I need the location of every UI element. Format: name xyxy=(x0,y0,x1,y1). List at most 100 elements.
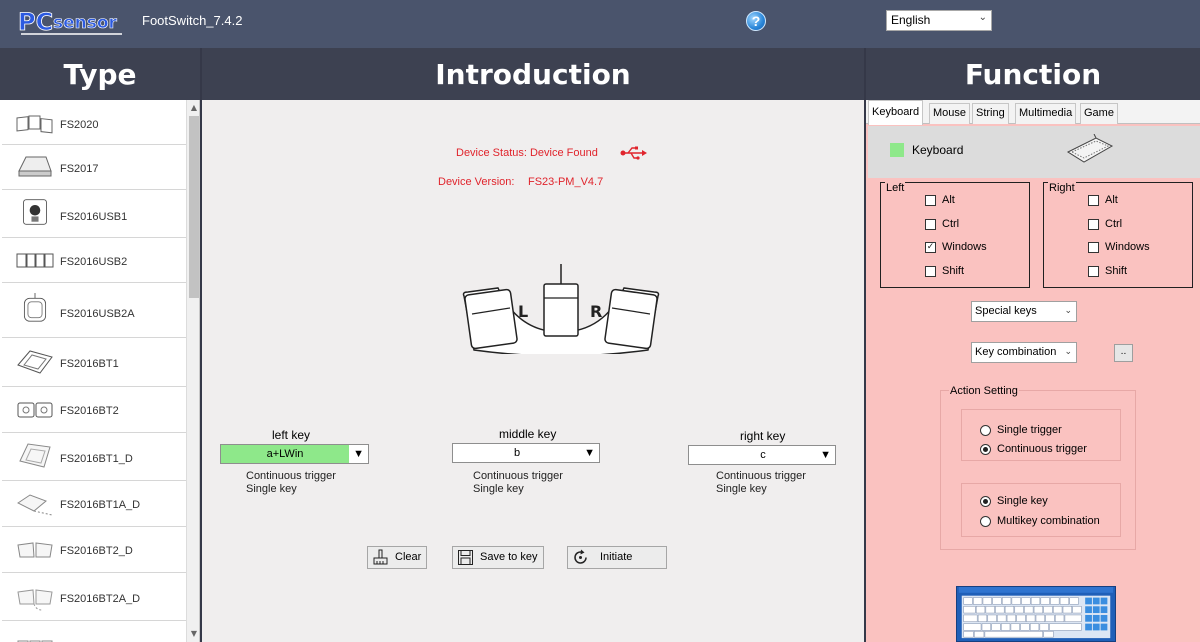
foot-pedal-image: L R xyxy=(462,264,660,354)
left-key-hint-mode: Single key xyxy=(246,483,297,495)
sidebar-item-fs2016bt1[interactable]: FS2016BT1 xyxy=(2,338,186,387)
checkbox-icon[interactable] xyxy=(925,195,936,206)
left-key-label: left key xyxy=(272,428,311,442)
dual-pedal-icon xyxy=(17,402,53,418)
right-key-hint-mode: Single key xyxy=(716,483,767,495)
sidebar-item-label: FS2016BT2_D xyxy=(60,545,133,557)
middle-key-select[interactable]: b ▼ xyxy=(452,443,600,463)
sidebar-item-label: FS2017 xyxy=(60,163,99,175)
dropdown-arrow-icon: ▼ xyxy=(584,447,595,459)
sidebar-item-label: FS2020 xyxy=(60,119,99,131)
tab-mouse[interactable]: Mouse xyxy=(929,103,971,124)
sidebar-item-fs2016bt1-d[interactable]: FS2016BT1_D xyxy=(2,433,186,481)
key-mode-group: Single key Multikey combination xyxy=(961,483,1121,537)
left-modifiers-group: Left Alt Ctrl ✓ Windows Shift xyxy=(880,182,1030,288)
key-combination-select[interactable]: Key combination ⌄ xyxy=(971,342,1077,363)
brush-icon xyxy=(373,549,388,565)
svg-text:L: L xyxy=(518,302,528,321)
usb-pedal-icon xyxy=(23,199,47,225)
checkbox-icon[interactable] xyxy=(1088,219,1099,230)
sidebar-item-fs2016usb2[interactable]: FS2016USB2 xyxy=(2,238,186,283)
checkbox-icon[interactable] xyxy=(925,266,936,277)
initiate-label: Initiate xyxy=(600,551,633,563)
chevron-down-icon: ⌄ xyxy=(1064,346,1072,356)
checkbox-label: Shift xyxy=(942,265,965,277)
right-key-select[interactable]: c ▼ xyxy=(688,445,836,465)
scroll-up-icon[interactable]: ▲ xyxy=(187,100,199,116)
dropdown-arrow-icon: ▼ xyxy=(820,449,831,461)
keyboard-color-swatch xyxy=(890,143,904,157)
special-keys-value: Special keys xyxy=(975,305,1037,317)
app-title: FootSwitch_7.4.2 xyxy=(142,13,243,28)
checkbox-icon[interactable] xyxy=(1088,266,1099,277)
sidebar-scrollbar[interactable]: ▲ ▼ xyxy=(186,100,199,642)
checkbox-label: Windows xyxy=(942,241,987,253)
left-key-select[interactable]: a+LWin ▼ xyxy=(220,444,369,464)
on-screen-keyboard-icon[interactable] xyxy=(956,586,1116,642)
radio-icon[interactable] xyxy=(980,425,991,436)
refresh-icon xyxy=(574,549,587,564)
title-bar: PC sensor FootSwitch_7.4.2 ? English ⌄ xyxy=(0,0,1200,48)
radio-selected-icon[interactable] xyxy=(980,444,991,455)
sidebar-item-fs2016usb2a[interactable]: FS2016USB2A xyxy=(2,283,186,338)
sidebar-item-fs2016bt2a-d[interactable]: FS2016BT2A_D xyxy=(2,573,186,621)
left-key-value: a+LWin xyxy=(221,445,349,463)
svg-text:PC: PC xyxy=(18,8,53,36)
radio-label: Continuous trigger xyxy=(997,443,1087,455)
introduction-panel: Device Status: Device Found Device Versi… xyxy=(202,100,864,642)
device-version-label: Device Version: xyxy=(438,176,515,188)
checkbox-label: Shift xyxy=(1105,265,1128,277)
save-to-key-button[interactable]: Save to key xyxy=(452,546,544,569)
special-keys-select[interactable]: Special keys ⌄ xyxy=(971,301,1077,322)
device-status: Device Status: Device Found xyxy=(456,147,598,159)
radio-icon[interactable] xyxy=(980,516,991,527)
sidebar-item-label: FS2016BT1 xyxy=(60,358,119,370)
checkbox-label: Ctrl xyxy=(942,218,960,230)
sidebar-item-label: FS2016USB2 xyxy=(60,256,128,268)
checkmark-icon[interactable]: ✓ xyxy=(925,242,936,253)
sidebar-item-label: FS2016BT1_D xyxy=(60,453,133,465)
function-tabs: Keyboard Mouse String Multimedia Game xyxy=(866,100,1200,125)
scroll-thumb[interactable] xyxy=(189,116,199,298)
checkbox-icon[interactable] xyxy=(925,219,936,230)
usb-icon xyxy=(620,146,647,160)
sidebar-item-label: FS2016BT1A_D xyxy=(60,499,141,511)
checkbox-icon[interactable] xyxy=(1088,195,1099,206)
right-key-label: right key xyxy=(740,429,786,443)
keyboard-icon xyxy=(1066,134,1114,163)
sidebar-item-fs2017[interactable]: FS2017 xyxy=(2,145,186,190)
scroll-down-icon[interactable]: ▼ xyxy=(187,626,199,642)
sidebar-item-fs2016bt1a-d[interactable]: FS2016BT1A_D xyxy=(2,481,186,527)
initiate-button[interactable]: Initiate xyxy=(567,546,667,569)
language-select[interactable]: English ⌄ xyxy=(886,10,992,31)
pedal-cable-outline-icon xyxy=(17,494,53,516)
sidebar-item-fs2016bt2-d[interactable]: FS2016BT2_D xyxy=(2,527,186,573)
sidebar-item-label: FS2016BT2A_D xyxy=(60,593,141,605)
radio-selected-icon[interactable] xyxy=(980,496,991,507)
sidebar-item-fs2016bt2[interactable]: FS2016BT2 xyxy=(2,387,186,433)
sidebar-item-fs2020[interactable]: FS2020 xyxy=(2,100,186,145)
language-value: English xyxy=(891,13,931,27)
sidebar-item-fs2016usb1[interactable]: FS2016USB1 xyxy=(2,190,186,238)
tab-multimedia[interactable]: Multimedia xyxy=(1015,103,1077,124)
checkbox-label: Ctrl xyxy=(1105,218,1123,230)
introduction-header: Introduction xyxy=(202,48,864,100)
sidebar-item-label: FS2016USB1 xyxy=(60,211,128,223)
tab-string[interactable]: String xyxy=(972,103,1009,124)
tab-game[interactable]: Game xyxy=(1080,103,1118,124)
type-header: Type xyxy=(0,48,200,100)
radio-label: Single key xyxy=(997,495,1048,507)
tab-keyboard[interactable]: Keyboard xyxy=(868,100,924,125)
question-circle-icon[interactable]: ? xyxy=(746,11,766,31)
left-modifiers-title: Left xyxy=(885,182,906,194)
clear-button[interactable]: Clear xyxy=(367,546,427,569)
right-key-value: c xyxy=(760,449,766,461)
device-type-list: FS2020 FS2017 FS2016USB1 FS2016USB2 FS20… xyxy=(0,100,200,642)
sidebar-item-partial[interactable] xyxy=(2,621,186,642)
triple-pedal-icon xyxy=(16,115,53,134)
dual-pedal-cable-icon xyxy=(17,589,53,611)
chevron-down-icon: ⌄ xyxy=(978,12,987,23)
checkbox-icon[interactable] xyxy=(1088,242,1099,253)
pcsensor-logo: PC sensor xyxy=(18,8,122,36)
more-button[interactable]: .. xyxy=(1114,344,1133,362)
